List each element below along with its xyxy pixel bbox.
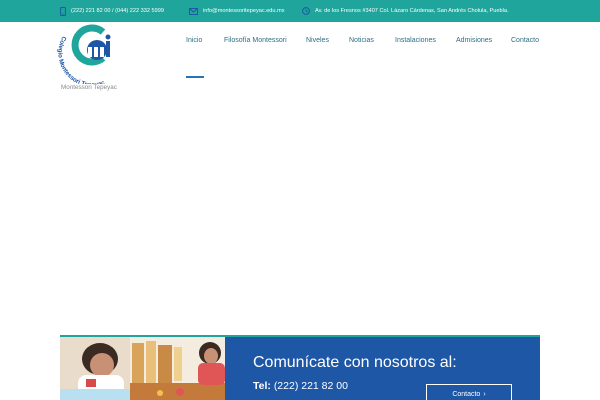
banner-phone: Tel: (222) 221 82 00 — [253, 380, 348, 392]
school-logo[interactable]: Colegio Montessori Tepeyac — [56, 24, 135, 89]
chevron-right-icon: › — [483, 390, 486, 398]
main-navigation: Inicio Filosofía Montessori Niveles Noti… — [0, 37, 600, 51]
phone-icon — [60, 6, 66, 16]
logo-caption: Montessori Tepeyac — [61, 84, 117, 91]
nav-item-filosofia-montessori[interactable]: Filosofía Montessori — [224, 37, 287, 44]
banner-title: Comunícate con nosotros al: — [253, 354, 457, 371]
topbar-phone-text: (222) 221 82 00 / (044) 222 332 5999 — [71, 8, 164, 14]
banner-tel-number: (222) 221 82 00 — [273, 380, 348, 392]
nav-item-admisiones[interactable]: Admisiones — [456, 37, 492, 44]
clock-icon — [302, 7, 310, 15]
nav-item-inicio[interactable]: Inicio — [186, 37, 202, 44]
topbar-phone[interactable]: (222) 221 82 00 / (044) 222 332 5999 — [60, 0, 164, 22]
topbar-email[interactable]: info@montessoritepeyac.edu.mx — [189, 0, 285, 22]
nav-item-instalaciones[interactable]: Instalaciones — [395, 37, 436, 44]
contact-button-label: Contacto — [452, 390, 481, 398]
mail-icon — [189, 7, 198, 15]
topbar-address: Av. de los Fresnos #3407 Col. Lázaro Cár… — [302, 0, 509, 22]
topbar-email-text: info@montessoritepeyac.edu.mx — [203, 8, 285, 14]
contact-button[interactable]: Contacto › — [426, 384, 512, 400]
children-classroom-photo — [60, 337, 225, 400]
contact-banner: Comunícate con nosotros al: Tel: (222) 2… — [60, 337, 540, 400]
nav-active-indicator — [186, 76, 204, 78]
top-info-bar: (222) 221 82 00 / (044) 222 332 5999 inf… — [0, 0, 600, 22]
banner-tel-label: Tel: — [253, 380, 271, 392]
nav-item-niveles[interactable]: Niveles — [306, 37, 329, 44]
topbar-address-text: Av. de los Fresnos #3407 Col. Lázaro Cár… — [315, 8, 509, 14]
nav-item-noticias[interactable]: Noticias — [349, 37, 374, 44]
nav-item-contacto[interactable]: Contacto — [511, 37, 539, 44]
